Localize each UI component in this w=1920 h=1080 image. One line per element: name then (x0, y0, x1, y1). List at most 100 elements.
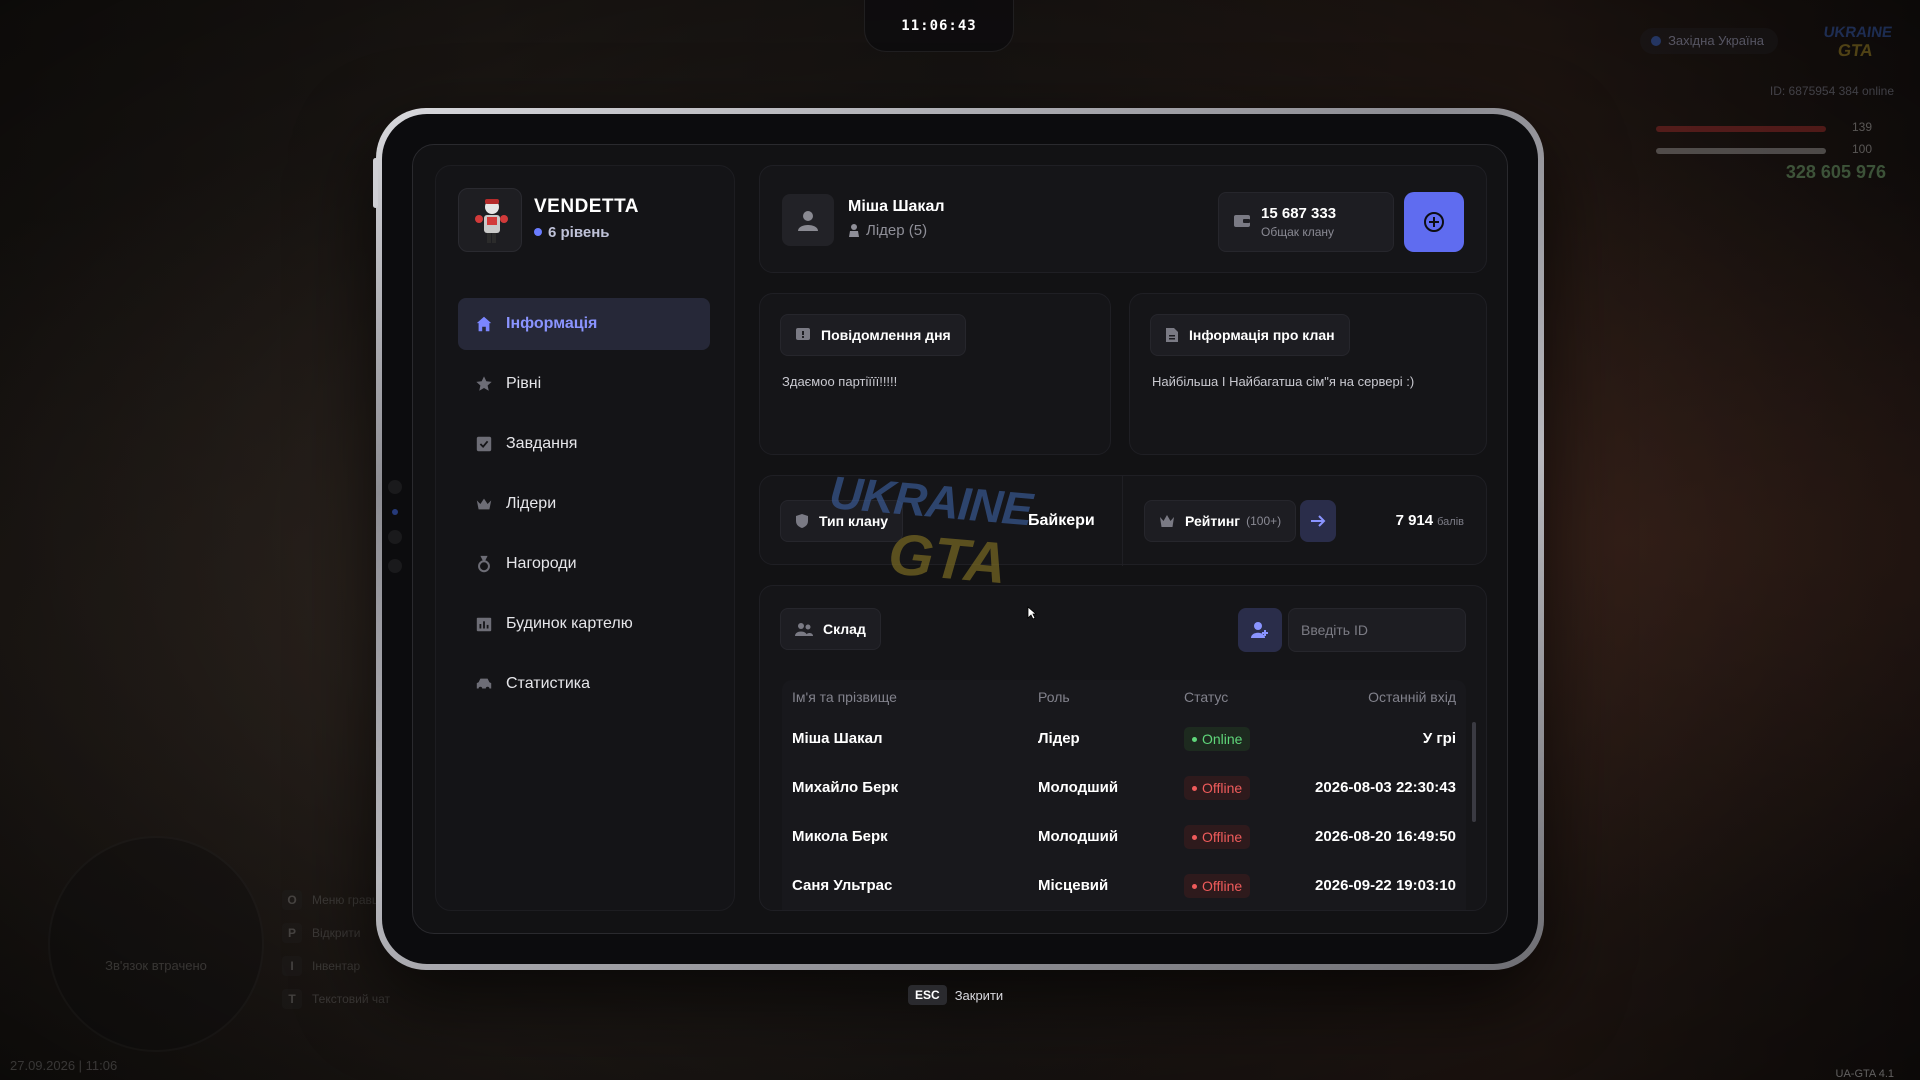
user-role: Лідер (5) (848, 222, 927, 241)
table-row[interactable]: Міша Шакал Лідер Online У грі (782, 714, 1466, 763)
sidebar-item-label: Статистика (506, 675, 591, 692)
clan-balance: 15 687 333 Общак клану (1218, 192, 1394, 252)
column-header-last-login: Останній вхід (1368, 689, 1456, 705)
camera-dot (388, 559, 402, 573)
clan-level: 6 рівень (534, 224, 610, 241)
sidebar-item-cartel-house[interactable]: Будинок картелю (458, 598, 710, 650)
region-indicator: Західна Україна (1640, 28, 1778, 54)
clan-info-text: Найбільша І Найбагатша сім"я на сервері … (1152, 374, 1415, 389)
sidebar-item-awards[interactable]: Нагороди (458, 538, 710, 590)
document-icon (1165, 327, 1179, 343)
mouse-cursor-icon (1027, 606, 1037, 620)
deposit-button[interactable] (1404, 192, 1464, 252)
rating-score-unit: балів (1437, 516, 1464, 528)
sidebar-item-leaders[interactable]: Лідери (458, 478, 710, 530)
tablet-frame: VENDETTA 6 рівень Інформація Рівні Завда… (373, 108, 1544, 970)
table-row[interactable]: Михайло Берк Молодший Offline 2026-08-03… (782, 763, 1466, 812)
armor-value: 100 (1851, 142, 1872, 156)
sidebar-item-info[interactable]: Інформація (458, 298, 710, 350)
sidebar-item-levels[interactable]: Рівні (458, 358, 710, 410)
medal-icon (474, 554, 494, 574)
sidebar-item-label: Інформація (506, 315, 598, 332)
column-header-name: Ім'я та прізвище (792, 689, 897, 705)
tablet-bezel: VENDETTA 6 рівень Інформація Рівні Завда… (382, 114, 1538, 964)
member-name: Микола Берк (792, 828, 888, 845)
balance-value: 15 687 333 (1261, 205, 1337, 222)
health-value: 139 (1851, 120, 1872, 134)
radar-map: Зв'язок втрачено (48, 836, 264, 1052)
player-id: ID: 6875954 384 online (1769, 84, 1894, 98)
hotkey-list: O Меню гравця P Відкрити I Інвентар T Тексто… (282, 884, 390, 1016)
shield-icon (795, 513, 809, 529)
users-icon (795, 621, 813, 637)
clan-avatar (458, 188, 522, 252)
camera-dot (388, 530, 402, 544)
sidebar-item-statistics[interactable]: Статистика (458, 658, 710, 710)
rating-sub: (100+) (1246, 514, 1282, 528)
user-icon (798, 211, 818, 231)
member-name: Михайло Берк (792, 779, 899, 796)
add-user-icon (1251, 622, 1268, 638)
sidebar-item-tasks[interactable]: Завдання (458, 418, 710, 470)
member-status: Offline (1184, 873, 1294, 898)
rating-open-button[interactable] (1300, 500, 1336, 542)
close-hint[interactable]: ESC Закрити (908, 985, 1003, 1005)
building-icon (474, 614, 494, 634)
money-value: 328 605 976 (1785, 162, 1886, 182)
clan-type-chip: Тип клану (780, 500, 904, 542)
close-label: Закрити (954, 987, 1004, 1003)
motd-card: Повідомлення дня Здаємоо партіїїї!!!!! (759, 293, 1111, 455)
member-name: Міша Шакал (792, 730, 883, 747)
hotkey-item: T Текстовий чат (282, 983, 390, 1016)
hotkey-label: Текстовий чат (312, 992, 391, 1006)
add-member-button[interactable] (1238, 608, 1282, 652)
member-last-login: 2026-08-03 22:30:43 (1315, 779, 1456, 796)
hotkey-key: P (282, 923, 302, 943)
brand-logo: UKRAINE GTA (1813, 24, 1899, 68)
balance-label: Общак клану (1261, 225, 1335, 239)
role-icon (848, 223, 860, 241)
table-row[interactable]: Микола Берк Молодший Offline 2026-08-20 … (782, 812, 1466, 861)
home-icon (474, 314, 494, 334)
member-status: Offline (1184, 824, 1294, 849)
level-dot-icon (534, 228, 542, 236)
rating-chip: Рейтинг (100+) (1144, 500, 1297, 542)
rating-score-value: 7 914 (1395, 512, 1434, 529)
members-table: Ім'я та прізвище Роль Статус Останній вх… (782, 680, 1476, 910)
hotkey-key: I (282, 956, 302, 976)
hotkey-item: P Відкрити (282, 917, 390, 950)
member-role: Лідер (1038, 730, 1080, 747)
clan-info-title: Інформація про клан (1189, 327, 1335, 343)
member-last-login: 2026-09-22 19:03:10 (1315, 877, 1456, 894)
esc-key: ESC (908, 985, 947, 1005)
clan-emblem-icon (475, 199, 508, 243)
radar-status: Зв'язок втрачено (105, 958, 207, 973)
member-role: Місцевий (1038, 877, 1109, 894)
wallet-icon (1233, 213, 1251, 234)
member-status: Online (1184, 726, 1294, 751)
hotkey-key: O (282, 890, 302, 910)
hotkey-label: Інвентар (312, 959, 361, 973)
tablet-side-button (373, 158, 378, 208)
health-bar (1656, 126, 1826, 132)
hotkey-item: I Інвентар (282, 950, 390, 983)
plus-circle-icon (1424, 212, 1444, 232)
table-scrollbar[interactable] (1472, 722, 1476, 822)
member-id-input[interactable] (1288, 608, 1466, 652)
member-last-login: У грі (1422, 730, 1456, 747)
status-badge: Offline (1184, 824, 1251, 849)
camera-dot (388, 480, 402, 494)
hud-bottom-left: Зв'язок втрачено O Меню гравця P Відкрити … (0, 820, 430, 1080)
user-name: Міша Шакал (848, 198, 945, 215)
clan-name: VENDETTA (534, 196, 639, 217)
table-row[interactable]: Саня Ультрас Місцевий Offline 2026-09-22… (782, 861, 1466, 910)
clan-type-label: Тип клану (819, 513, 889, 529)
warehouse-chip[interactable]: Склад (780, 608, 881, 650)
crown-icon (1159, 514, 1175, 528)
brand-bottom: GTA (1836, 41, 1875, 60)
user-role-text: Лідер (5) (866, 222, 928, 239)
clan-header: VENDETTA 6 рівень (458, 188, 718, 252)
hotkey-label: Меню гравця (312, 893, 386, 907)
sidebar-item-label: Лідери (506, 495, 557, 512)
clan-type-card: Тип клану Байкери Рейтинг (100+) 7 914 ба… (759, 475, 1487, 566)
